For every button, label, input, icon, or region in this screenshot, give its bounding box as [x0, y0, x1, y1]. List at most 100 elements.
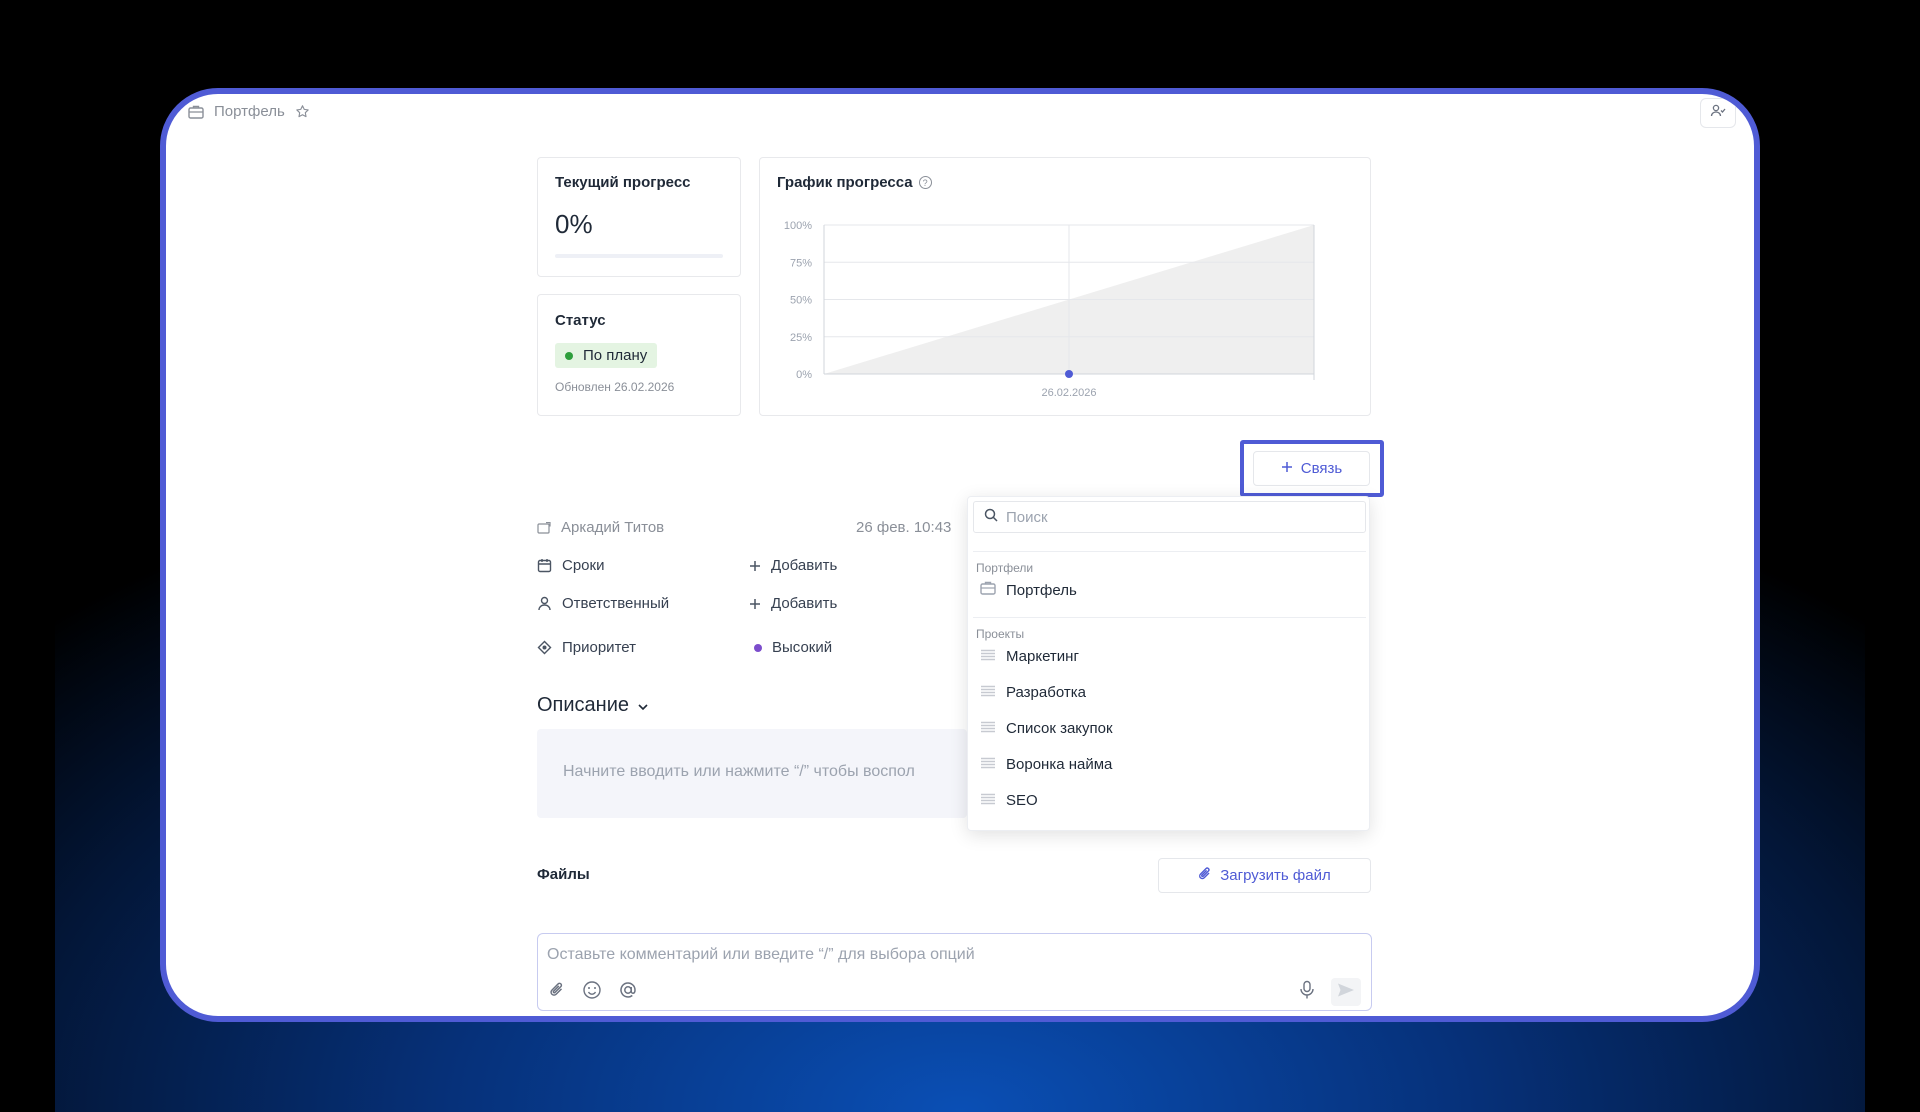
priority-label: Приоритет	[562, 639, 636, 656]
list-icon	[980, 756, 996, 773]
group-title-portfolios: Портфели	[976, 561, 1034, 575]
priority-icon	[537, 640, 552, 655]
y-tick-label: 75%	[790, 257, 812, 269]
dropdown-item-label: Портфель	[1006, 581, 1077, 599]
status-badge[interactable]: По плану	[555, 343, 658, 368]
description-placeholder: Начните вводить или нажмите “/” чтобы во…	[563, 763, 915, 780]
assignee-row: Ответственный	[537, 595, 669, 612]
y-tick-label: 25%	[790, 332, 812, 344]
paperclip-icon	[1198, 866, 1212, 886]
add-relation-label: Связь	[1300, 460, 1343, 477]
timestamp: 26 фев. 10:43	[856, 519, 951, 536]
status-updated: Обновлен 26.02.2026	[555, 380, 675, 394]
dropdown-item-label: Воронка найма	[1006, 755, 1113, 773]
microphone-icon[interactable]	[1299, 980, 1315, 1005]
divider	[973, 551, 1366, 552]
x-tick-label: 26.02.2026	[1041, 387, 1096, 399]
dropdown-item-project[interactable]: Маркетинг	[976, 642, 1362, 670]
progress-bar	[555, 254, 723, 258]
dropdown-search-input[interactable]: Поиск	[973, 501, 1366, 533]
search-placeholder: Поиск	[1006, 508, 1048, 526]
data-point	[1065, 370, 1073, 378]
progress-chart: 100% 75% 50% 25% 0% 26.02.2026	[784, 220, 1315, 399]
y-tick-label: 50%	[790, 295, 812, 307]
dropdown-item-project[interactable]: Разработка	[976, 678, 1362, 706]
list-icon	[980, 648, 996, 665]
breadcrumb-title[interactable]: Портфель	[214, 103, 285, 120]
plus-icon	[749, 560, 761, 572]
add-relation-button[interactable]: Связь	[1253, 451, 1370, 486]
deadline-label: Сроки	[562, 557, 605, 574]
chevron-down-icon	[637, 694, 649, 717]
chart-title-row: График прогресса ?	[777, 174, 1353, 191]
relation-dropdown: Поиск Портфели Портфель Проекты Маркетин…	[967, 496, 1370, 831]
star-icon[interactable]	[295, 104, 310, 119]
search-icon	[984, 508, 998, 526]
dropdown-item-label: Маркетинг	[1006, 647, 1079, 665]
description-editor[interactable]: Начните вводить или нажмите “/” чтобы во…	[537, 729, 967, 818]
status-dot	[565, 351, 573, 360]
plus-icon	[749, 598, 761, 610]
mention-icon[interactable]	[618, 980, 638, 1005]
send-button[interactable]	[1331, 978, 1361, 1006]
group-title-projects: Проекты	[976, 627, 1025, 641]
help-icon[interactable]: ?	[918, 176, 932, 189]
y-tick-label: 0%	[796, 369, 812, 381]
description-title: Описание	[537, 694, 630, 716]
timestamp-text: 26 фев. 10:43	[856, 519, 952, 536]
dropdown-item-label: SEO	[1006, 791, 1038, 809]
users-icon	[1710, 104, 1726, 123]
chart-title: График прогресса	[777, 174, 913, 191]
dropdown-item-portfolio[interactable]: Портфель	[976, 576, 1362, 604]
upload-file-label: Загрузить файл	[1220, 867, 1331, 884]
emoji-icon[interactable]	[582, 980, 602, 1005]
paperclip-icon[interactable]	[548, 981, 566, 1004]
dropdown-item-label: Список закупок	[1006, 719, 1113, 737]
files-title: Файлы	[537, 866, 590, 883]
author-row: Аркадий Титов	[537, 519, 664, 536]
upload-file-button[interactable]: Загрузить файл	[1158, 858, 1371, 893]
list-icon	[980, 684, 996, 701]
priority-value[interactable]: Высокий	[754, 639, 832, 656]
priority-row: Приоритет	[537, 639, 636, 656]
chart-card: График прогресса ? 100% 75% 50% 25% 0% 26.02.…	[759, 157, 1371, 416]
app-window: Портфель Текущий прогресс 0% Статус По п…	[160, 88, 1760, 1022]
progress-card: Текущий прогресс 0%	[537, 157, 741, 277]
comment-actions	[1299, 978, 1361, 1006]
status-label: По плану	[583, 347, 648, 364]
plus-icon	[1281, 460, 1293, 477]
send-icon	[1337, 982, 1355, 1003]
assignee-label: Ответственный	[562, 595, 670, 612]
user-icon	[537, 596, 552, 611]
status-card: Статус По плану Обновлен 26.02.2026	[537, 294, 741, 416]
y-tick-label: 100%	[784, 220, 812, 232]
comment-box[interactable]: Оставьте комментарий или введите “/” для…	[537, 933, 1372, 1011]
status-card-title: Статус	[555, 312, 606, 329]
priority-value-label: Высокий	[772, 639, 833, 656]
progress-value: 0%	[555, 209, 593, 239]
author-name[interactable]: Аркадий Титов	[561, 519, 664, 536]
add-assignee-label: Добавить	[771, 595, 838, 612]
divider	[973, 617, 1366, 618]
add-deadline-label: Добавить	[771, 557, 838, 574]
description-toggle[interactable]: Описание	[537, 694, 649, 717]
reply-icon	[537, 521, 551, 534]
comment-placeholder: Оставьте комментарий или введите “/” для…	[547, 946, 975, 963]
add-deadline-button[interactable]: Добавить	[749, 557, 837, 574]
add-assignee-button[interactable]: Добавить	[749, 595, 837, 612]
deadline-row: Сроки	[537, 557, 604, 574]
dropdown-item-project[interactable]: Список закупок	[976, 714, 1362, 742]
list-icon	[980, 720, 996, 737]
comment-toolbar	[548, 980, 638, 1005]
list-icon	[980, 792, 996, 809]
members-button[interactable]	[1700, 98, 1736, 128]
briefcase-icon	[980, 581, 996, 599]
priority-dot	[754, 643, 762, 652]
dropdown-item-project[interactable]: SEO	[976, 786, 1362, 814]
briefcase-icon	[188, 105, 204, 119]
dropdown-item-label: Разработка	[1006, 683, 1086, 701]
progress-card-title: Текущий прогресс	[555, 174, 691, 191]
calendar-icon	[537, 558, 552, 573]
breadcrumb: Портфель	[188, 103, 310, 120]
dropdown-item-project[interactable]: Воронка найма	[976, 750, 1362, 778]
